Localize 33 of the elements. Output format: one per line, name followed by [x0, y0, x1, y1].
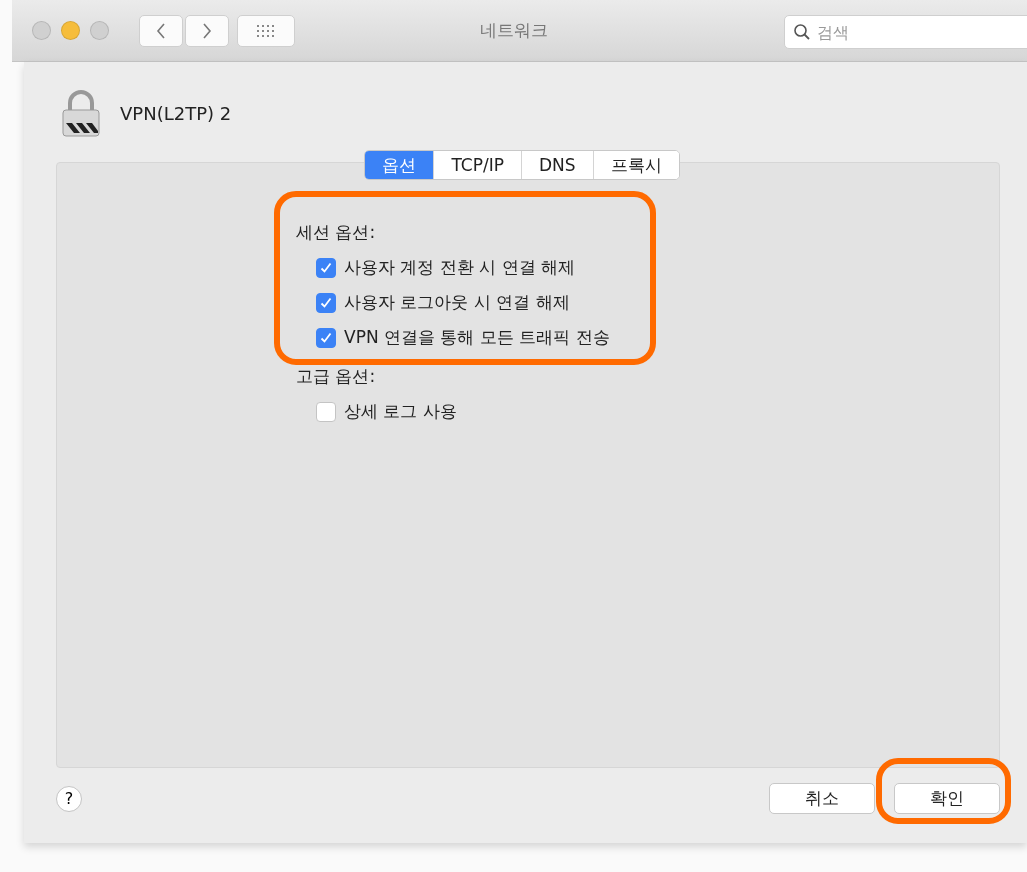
option-label: 상세 로그 사용 — [344, 400, 457, 423]
tab[interactable]: 옵션 — [365, 151, 434, 179]
checkmark-icon — [320, 296, 332, 309]
search-input[interactable]: 검색 — [815, 21, 1019, 43]
help-button[interactable]: ? — [56, 785, 82, 812]
option-label: 사용자 계정 전환 시 연결 해제 — [344, 256, 576, 279]
window-title: 네트워크 — [479, 20, 548, 40]
connection-name: VPN(L2TP) 2 — [120, 102, 232, 124]
back-button[interactable] — [139, 14, 183, 47]
checkbox[interactable] — [316, 327, 336, 348]
zoom-button[interactable] — [90, 21, 109, 40]
tab[interactable]: 프록시 — [592, 151, 679, 179]
close-button[interactable] — [32, 21, 51, 40]
dialog-button[interactable]: 확인 — [894, 783, 1000, 814]
section-title: 고급 옵션: — [296, 365, 377, 388]
chevron-right-icon — [202, 21, 212, 40]
checkbox[interactable] — [316, 292, 336, 313]
forward-button[interactable] — [185, 14, 229, 47]
search-field[interactable]: 검색 — [784, 15, 1027, 49]
checkbox[interactable] — [316, 401, 336, 422]
section-title: 세션 옵션: — [296, 221, 377, 244]
grid-button[interactable] — [237, 14, 295, 47]
dialog-button[interactable]: 취소 — [769, 783, 875, 814]
chevron-left-icon — [156, 21, 166, 40]
grid-icon — [256, 23, 276, 38]
checkmark-icon — [320, 261, 332, 274]
option-label: VPN 연결을 통해 모든 트래픽 전송 — [344, 326, 610, 349]
option-label: 사용자 로그아웃 시 연결 해제 — [344, 291, 570, 314]
padlock-icon — [62, 89, 100, 137]
checkmark-icon — [320, 331, 332, 344]
minimize-button[interactable] — [61, 21, 80, 40]
search-icon — [793, 23, 811, 41]
checkbox[interactable] — [316, 257, 336, 278]
